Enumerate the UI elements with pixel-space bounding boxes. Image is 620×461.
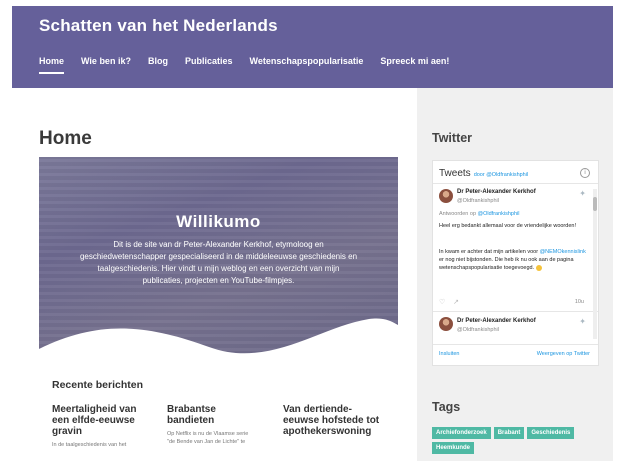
site-header: Schatten van het Nederlands Home Wie ben… (12, 6, 613, 88)
heart-icon[interactable]: ♡ (439, 299, 445, 306)
twitter-bird-icon: ✦ (579, 317, 586, 326)
tags-widget-title: Tags (432, 400, 461, 414)
mention-link[interactable]: @NEMOkennislink (540, 249, 586, 255)
tweets-header: Tweets door @Oldfrankishphil (439, 168, 528, 179)
tag-brabant[interactable]: Brabant (493, 427, 525, 439)
tweet-text-part: In kwam er achter dat mijn artikelen voo… (439, 249, 539, 255)
smile-emoji-icon (535, 264, 542, 271)
post-excerpt: In de taalgeschiedenis van het (52, 442, 127, 448)
nav-wie-ben-ik[interactable]: Wie ben ik? (81, 56, 131, 66)
reply-context: Antwoorden op @Oldfrankishphil (439, 211, 520, 217)
reply-to-link[interactable]: @Oldfrankishphil (478, 211, 520, 217)
tweet-author-handle[interactable]: @Oldfrankishphil (457, 198, 499, 204)
divider (433, 344, 598, 345)
nav-home[interactable]: Home (39, 56, 65, 74)
tag-archiefonderzoek[interactable]: Archiefonderzoek (432, 427, 491, 439)
post-card: Brabantse bandieten Op Netflix is nu de … (167, 404, 255, 446)
post-title[interactable]: Van dertiende-eeuwse hofstede tot apothe… (283, 404, 388, 437)
hero-text: Dit is de site van dr Peter-Alexander Ke… (79, 240, 358, 285)
embed-link[interactable]: Insluiten (439, 351, 460, 357)
page: Schatten van het Nederlands Home Wie ben… (12, 6, 613, 461)
recent-posts-title: Recente berichten (52, 379, 144, 391)
post-card: Meertaligheid van een elfde-eeuwse gravi… (52, 404, 152, 449)
scrollbar[interactable] (593, 189, 597, 339)
tweet-author-name[interactable]: Dr Peter-Alexander Kerkhof (457, 189, 536, 195)
tweet-author-name[interactable]: Dr Peter-Alexander Kerkhof (457, 318, 536, 324)
post-title[interactable]: Meertaligheid van een elfde-eeuwse gravi… (52, 404, 152, 437)
hero-heading: Willikumo (176, 212, 261, 231)
page-title: Home (39, 128, 92, 149)
avatar[interactable] (439, 317, 453, 331)
site-title[interactable]: Schatten van het Nederlands (39, 16, 278, 36)
twitter-bird-icon: ✦ (579, 189, 586, 198)
tag-heemkunde[interactable]: Heemkunde (432, 442, 475, 454)
tweet-time[interactable]: 10u (575, 299, 584, 305)
divider (433, 311, 598, 312)
tweet-text-part: er nog niet bijstonden. Die heb ik nu oo… (439, 257, 574, 271)
tweets-header-label: Tweets (439, 168, 471, 179)
reply-prefix: Antwoorden op (439, 211, 476, 217)
tag-geschiedenis[interactable]: Geschiedenis (527, 427, 575, 439)
divider (433, 183, 598, 184)
view-on-twitter-link[interactable]: Weergeven op Twitter (537, 351, 590, 357)
nav-spreeck-mi-aen[interactable]: Spreeck mi aen! (380, 56, 449, 66)
tag-cloud: Archiefonderzoek Brabant Geschiedenis He… (432, 427, 602, 454)
post-excerpt: Op Netflix is nu de Vlaamse serie "de Be… (167, 431, 249, 445)
tweets-by-link[interactable]: door @Oldfrankishphil (474, 172, 529, 178)
nav-wetenschapspopularisatie[interactable]: Wetenschapspopularisatie (249, 56, 363, 66)
scrollbar-thumb[interactable] (593, 197, 597, 211)
twitter-widget-title: Twitter (432, 131, 473, 145)
share-icon[interactable]: ↗ (453, 299, 459, 306)
hero-banner: Willikumo Dit is de site van dr Peter-Al… (39, 157, 398, 372)
post-title[interactable]: Brabantse bandieten (167, 404, 255, 426)
tweet-actions: ♡ ↗ (439, 298, 459, 306)
twitter-timeline[interactable]: Tweets door @Oldfrankishphil i Dr Peter-A… (432, 160, 599, 366)
tweet-text-2: In kwam er achter dat mijn artikelen voo… (439, 248, 587, 272)
nav-publicaties[interactable]: Publicaties (185, 56, 233, 66)
info-icon[interactable]: i (580, 168, 590, 178)
post-card: Van dertiende-eeuwse hofstede tot apothe… (283, 404, 388, 441)
main-nav: Home Wie ben ik? Blog Publicaties Wetens… (39, 56, 466, 74)
avatar[interactable] (439, 189, 453, 203)
tweet-text: Heel erg bedankt allemaal voor de vriend… (439, 223, 576, 229)
nav-blog[interactable]: Blog (148, 56, 168, 66)
tweet-author-handle[interactable]: @Oldfrankishphil (457, 327, 499, 333)
